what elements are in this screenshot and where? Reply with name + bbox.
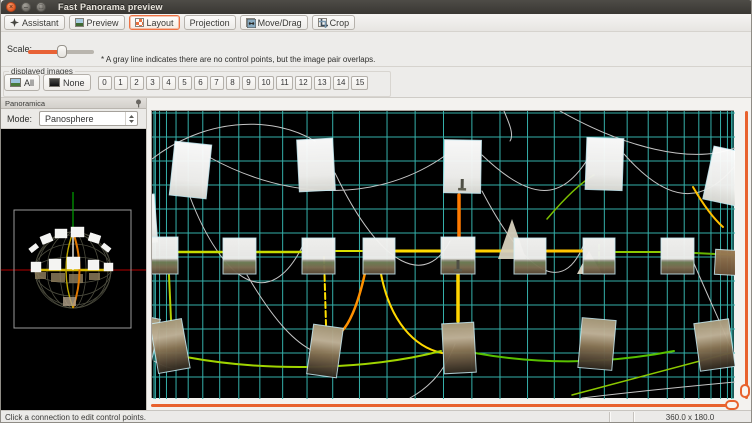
status-message: Click a connection to edit control point… — [5, 413, 146, 422]
mode-row: Mode: Panosphere — [1, 109, 146, 129]
scale-slider-handle[interactable] — [57, 45, 67, 58]
tab-assistant[interactable]: Assistant — [4, 15, 65, 30]
panorama-images[interactable] — [152, 137, 735, 377]
panorama-image[interactable] — [363, 238, 395, 274]
titlebar: × – □ Fast Panorama preview — [1, 0, 752, 14]
tab-projection[interactable]: Projection — [184, 15, 236, 30]
image-toggle-9[interactable]: 9 — [242, 76, 256, 90]
tab-label: Preview — [87, 18, 119, 28]
minimize-button[interactable]: – — [21, 2, 31, 12]
panorama-image[interactable] — [152, 237, 178, 274]
maximize-button[interactable]: □ — [36, 2, 46, 12]
panorama-image[interactable] — [152, 194, 158, 244]
image-toggle-12[interactable]: 12 — [295, 76, 312, 90]
panorama-image[interactable] — [694, 319, 735, 371]
tab-preview[interactable]: Preview — [69, 15, 125, 30]
tab-move-drag[interactable]: Move/Drag — [240, 15, 308, 30]
image-toggle-11[interactable]: 11 — [276, 76, 292, 90]
image-toggle-8[interactable]: 8 — [226, 76, 240, 90]
panorama-image[interactable] — [444, 140, 482, 194]
image-toggle-15[interactable]: 15 — [351, 76, 368, 90]
none-images-button[interactable]: None — [43, 74, 91, 91]
panorama-image[interactable] — [152, 319, 190, 374]
image-toggle-2[interactable]: 2 — [130, 76, 144, 90]
all-images-label: All — [24, 78, 34, 88]
layout-canvas-svg[interactable] — [152, 111, 735, 399]
panorama-image[interactable] — [714, 249, 735, 275]
panorama-image[interactable] — [169, 141, 211, 199]
panorama-image[interactable] — [223, 238, 256, 274]
all-images-icon — [10, 78, 21, 87]
panorama-image[interactable] — [585, 137, 624, 190]
panosphere-svg — [1, 129, 146, 410]
overview-panel-title: Panoramica — [5, 99, 45, 108]
help-line-1: * A gray line indicates there are no con… — [101, 55, 375, 65]
tab-label: Crop — [330, 18, 350, 28]
image-toggle-1[interactable]: 1 — [114, 76, 128, 90]
overview-panel: Panoramica Mode: Panosphere — [1, 98, 147, 410]
mode-label: Mode: — [7, 114, 32, 124]
assistant-icon — [10, 18, 19, 27]
tab-layout[interactable]: Layout — [129, 15, 180, 30]
panorama-image[interactable] — [442, 322, 477, 374]
toolbar: Assistant Preview Layout Projection Move/Dra… — [1, 14, 752, 32]
tab-label: Move/Drag — [258, 18, 302, 28]
mode-select[interactable]: Panosphere — [39, 111, 138, 126]
image-number-buttons: 0123456789101112131415 — [98, 76, 369, 90]
image-toggle-4[interactable]: 4 — [162, 76, 176, 90]
panorama-image[interactable] — [307, 324, 344, 378]
crop-icon — [318, 18, 327, 27]
panorama-image[interactable] — [661, 238, 694, 274]
image-toggle-6[interactable]: 6 — [194, 76, 208, 90]
panorama-image[interactable] — [302, 238, 335, 274]
preview-icon — [75, 18, 84, 27]
spinner-arrows-icon[interactable] — [125, 112, 137, 125]
layout-icon — [135, 18, 144, 27]
image-toggle-14[interactable]: 14 — [333, 76, 350, 90]
tab-label: Layout — [147, 18, 174, 28]
none-images-label: None — [63, 78, 85, 88]
vertical-scrollbar-knob[interactable] — [740, 384, 750, 398]
panorama-image[interactable] — [297, 138, 336, 192]
mode-value: Panosphere — [45, 114, 125, 124]
window-title: Fast Panorama preview — [58, 2, 163, 12]
layout-canvas-area — [147, 98, 752, 410]
panorama-image[interactable] — [703, 146, 735, 206]
image-toggle-buttons: All None 0123456789101112131415 — [4, 74, 368, 91]
movedrag-icon — [246, 18, 255, 27]
image-toggle-10[interactable]: 10 — [258, 76, 275, 90]
layout-canvas[interactable] — [151, 110, 734, 398]
panorama-image[interactable] — [578, 318, 616, 371]
status-separator — [609, 412, 610, 423]
panorama-image[interactable] — [441, 237, 475, 274]
panorama-size-field: 360.0 x 180.0 — [634, 413, 746, 422]
overview-panel-header: Panoramica — [1, 98, 146, 109]
panorama-image[interactable] — [514, 238, 546, 274]
vertical-scrollbar[interactable] — [745, 111, 748, 399]
image-toggle-0[interactable]: 0 — [98, 76, 112, 90]
tab-label: Projection — [190, 18, 230, 28]
panosphere-preview[interactable] — [1, 129, 146, 410]
image-toggle-3[interactable]: 3 — [146, 76, 160, 90]
horizontal-scrollbar-knob[interactable] — [725, 400, 739, 410]
statusbar: Click a connection to edit control point… — [1, 410, 752, 423]
scale-slider[interactable] — [28, 50, 94, 54]
none-images-icon — [49, 78, 60, 87]
scale-panel: Scale: * A gray line indicates there are… — [1, 32, 752, 67]
tab-label: Assistant — [22, 18, 59, 28]
fast-panorama-preview-window: × – □ Fast Panorama preview Assistant Pre… — [0, 0, 752, 423]
panorama-image[interactable] — [583, 238, 615, 274]
image-toggle-13[interactable]: 13 — [314, 76, 331, 90]
tab-crop[interactable]: Crop — [312, 15, 356, 30]
image-toggle-5[interactable]: 5 — [178, 76, 192, 90]
all-images-button[interactable]: All — [4, 74, 40, 91]
close-button[interactable]: × — [6, 2, 16, 12]
pin-icon[interactable] — [135, 99, 142, 108]
horizontal-scrollbar[interactable] — [151, 404, 734, 407]
image-toggle-7[interactable]: 7 — [210, 76, 224, 90]
